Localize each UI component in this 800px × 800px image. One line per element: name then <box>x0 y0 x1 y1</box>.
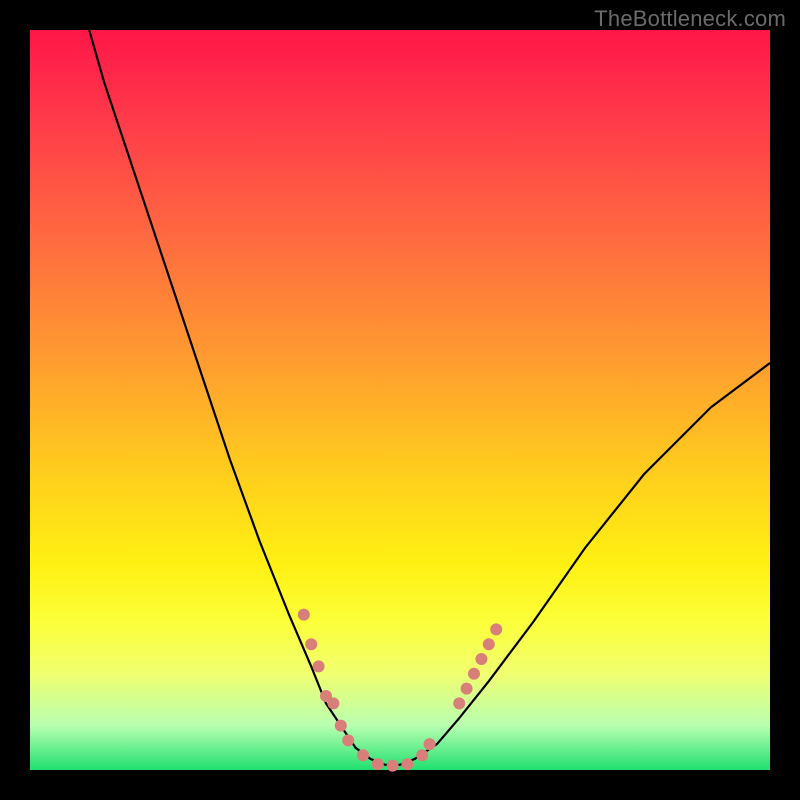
plot-area <box>30 30 770 770</box>
curve-point <box>342 734 354 746</box>
curve-point <box>305 638 317 650</box>
curve-point <box>490 623 502 635</box>
curve-point <box>335 720 347 732</box>
bottleneck-curve <box>89 30 770 765</box>
curve-point <box>468 668 480 680</box>
chart-frame: TheBottleneck.com <box>0 0 800 800</box>
curve-point <box>372 758 384 770</box>
curve-point <box>357 749 369 761</box>
curve-point <box>424 738 436 750</box>
curve-point <box>401 758 413 770</box>
curve-points <box>298 609 502 772</box>
curve-point <box>453 697 465 709</box>
curve-point <box>475 653 487 665</box>
watermark-text: TheBottleneck.com <box>594 6 786 32</box>
curve-point <box>461 683 473 695</box>
curve-point <box>298 609 310 621</box>
curve-point <box>483 638 495 650</box>
curve-point <box>313 660 325 672</box>
curve-point <box>387 760 399 772</box>
curve-point <box>416 749 428 761</box>
curve-point <box>327 697 339 709</box>
bottleneck-curve-svg <box>30 30 770 770</box>
